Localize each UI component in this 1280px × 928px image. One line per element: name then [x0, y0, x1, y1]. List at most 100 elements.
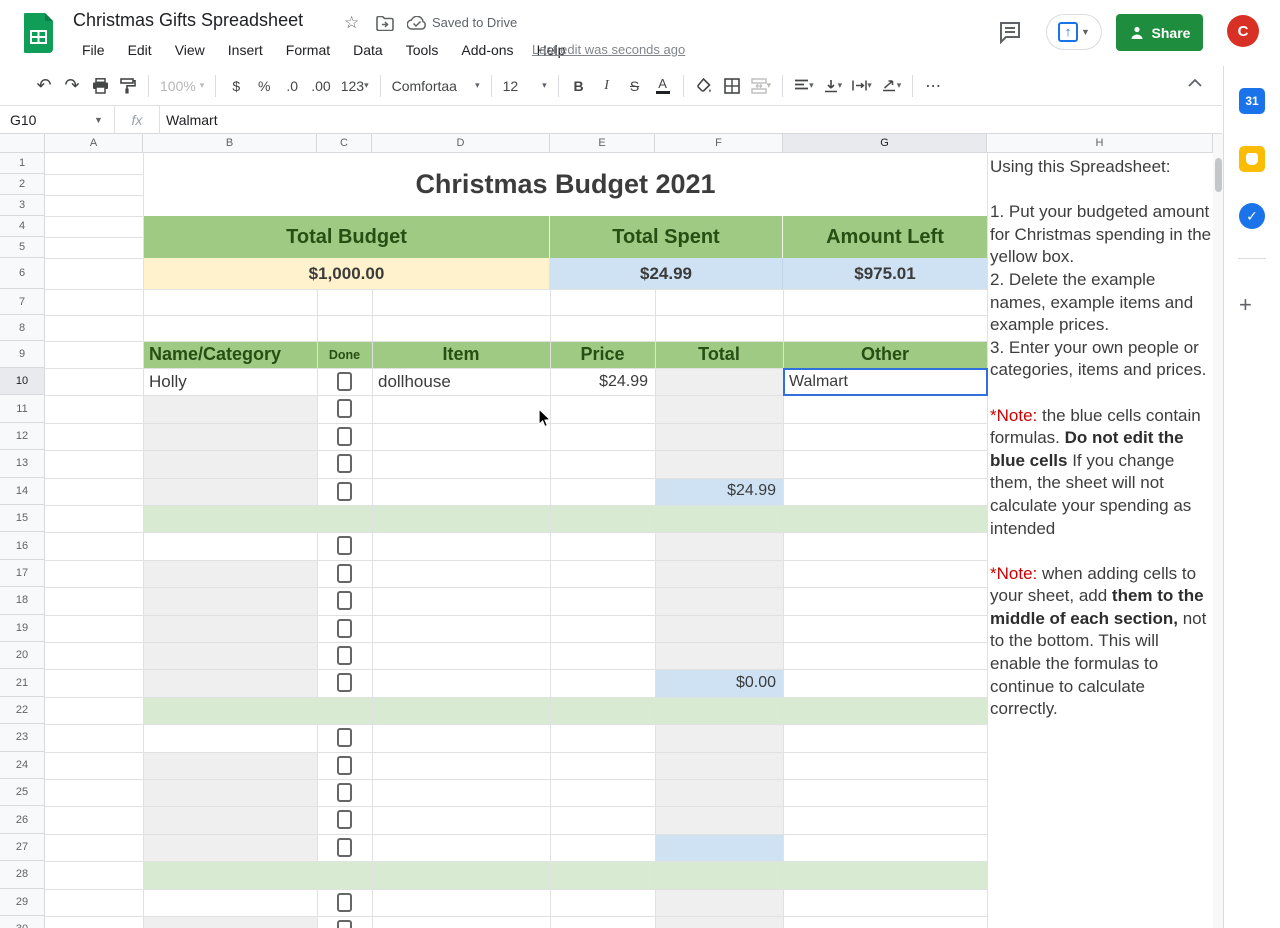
- cell-B24[interactable]: [143, 752, 317, 779]
- row-header-27[interactable]: 27: [0, 834, 45, 861]
- more-toolbar-button[interactable]: ⋯: [920, 72, 946, 100]
- cell-B11[interactable]: [143, 395, 317, 422]
- cell-F26[interactable]: [655, 806, 783, 833]
- formula-cell-F14[interactable]: $24.99: [655, 478, 776, 505]
- row-header-11[interactable]: 11: [0, 395, 45, 422]
- column-header-E[interactable]: E: [550, 134, 655, 153]
- section-divider-row-15[interactable]: [143, 505, 987, 532]
- calendar-icon[interactable]: 31: [1239, 88, 1265, 114]
- text-color-button[interactable]: A: [650, 72, 676, 100]
- cell-text-price[interactable]: $24.99: [550, 368, 648, 395]
- cell-text-name[interactable]: Holly: [149, 368, 317, 395]
- row-header-22[interactable]: 22: [0, 697, 45, 724]
- formula-cell-F21[interactable]: $0.00: [655, 669, 776, 696]
- cell-F17[interactable]: [655, 560, 783, 587]
- cell-B26[interactable]: [143, 806, 317, 833]
- row-header-19[interactable]: 19: [0, 615, 45, 642]
- cell-F25[interactable]: [655, 779, 783, 806]
- horizontal-align-button[interactable]: ▾: [790, 72, 818, 100]
- checkbox-row-27[interactable]: [337, 838, 352, 857]
- document-title[interactable]: Christmas Gifts Spreadsheet: [73, 10, 303, 31]
- row-header-17[interactable]: 17: [0, 560, 45, 587]
- row-header-14[interactable]: 14: [0, 478, 45, 505]
- cell-F24[interactable]: [655, 752, 783, 779]
- vertical-align-button[interactable]: ▾: [820, 72, 847, 100]
- chevron-down-icon[interactable]: ▼: [94, 115, 114, 125]
- cell-B27[interactable]: [143, 834, 317, 861]
- merge-cells-button[interactable]: ▾: [747, 72, 776, 100]
- menu-item-tools[interactable]: Tools: [397, 39, 448, 61]
- cell-text-item[interactable]: dollhouse: [378, 368, 550, 395]
- move-to-folder-icon[interactable]: [376, 16, 394, 31]
- menu-item-insert[interactable]: Insert: [219, 39, 272, 61]
- last-edit-link[interactable]: Last edit was seconds ago: [532, 42, 685, 57]
- cell-F23[interactable]: [655, 724, 783, 751]
- row-header-26[interactable]: 26: [0, 806, 45, 833]
- summary-header-total-budget[interactable]: Total Budget: [144, 216, 550, 258]
- cell-B17[interactable]: [143, 560, 317, 587]
- checkbox-row-14[interactable]: [337, 482, 352, 501]
- menu-item-format[interactable]: Format: [277, 39, 339, 61]
- menu-item-view[interactable]: View: [166, 39, 214, 61]
- row-header-18[interactable]: 18: [0, 587, 45, 614]
- row-header-16[interactable]: 16: [0, 532, 45, 559]
- borders-button[interactable]: [719, 72, 745, 100]
- menu-item-edit[interactable]: Edit: [119, 39, 161, 61]
- paint-format-button[interactable]: [115, 72, 141, 100]
- checkbox-row-10[interactable]: [337, 372, 352, 391]
- column-header-G[interactable]: G: [783, 134, 987, 153]
- cell-F10[interactable]: [655, 368, 783, 395]
- cell-B20[interactable]: [143, 642, 317, 669]
- zoom-select[interactable]: 100% ▾: [156, 72, 208, 100]
- checkbox-row-20[interactable]: [337, 646, 352, 665]
- column-header-F[interactable]: F: [655, 134, 783, 153]
- comments-icon[interactable]: [998, 20, 1022, 44]
- column-header-B[interactable]: B: [143, 134, 317, 153]
- row-header-9[interactable]: 9: [0, 341, 45, 368]
- row-header-28[interactable]: 28: [0, 861, 45, 888]
- summary-value-total-budget[interactable]: $1,000.00: [144, 258, 550, 289]
- checkbox-row-13[interactable]: [337, 454, 352, 473]
- cell-B25[interactable]: [143, 779, 317, 806]
- bold-button[interactable]: B: [566, 72, 592, 100]
- format-percent-button[interactable]: %: [251, 72, 277, 100]
- checkbox-row-12[interactable]: [337, 427, 352, 446]
- cell-B18[interactable]: [143, 587, 317, 614]
- row-header-30[interactable]: 30: [0, 916, 45, 928]
- checkbox-row-25[interactable]: [337, 783, 352, 802]
- row-header-12[interactable]: 12: [0, 423, 45, 450]
- checkbox-row-23[interactable]: [337, 728, 352, 747]
- text-wrap-button[interactable]: ▾: [848, 72, 876, 100]
- star-icon[interactable]: ☆: [344, 13, 359, 33]
- print-button[interactable]: [87, 72, 113, 100]
- section-divider-row-22[interactable]: [143, 697, 987, 724]
- name-box[interactable]: G10: [0, 112, 94, 128]
- row-header-7[interactable]: 7: [0, 289, 45, 315]
- column-header-H[interactable]: H: [987, 134, 1213, 153]
- number-format-button[interactable]: 123▾: [337, 72, 373, 100]
- checkbox-row-16[interactable]: [337, 536, 352, 555]
- tasks-icon[interactable]: ✓: [1239, 203, 1265, 229]
- cell-F12[interactable]: [655, 423, 783, 450]
- summary-header-total-spent[interactable]: Total Spent: [550, 216, 783, 258]
- undo-button[interactable]: ↶: [31, 72, 57, 100]
- format-currency-button[interactable]: $: [223, 72, 249, 100]
- text-rotation-button[interactable]: ▾: [878, 72, 906, 100]
- cell-F30[interactable]: [655, 916, 783, 928]
- cell-B12[interactable]: [143, 423, 317, 450]
- checkbox-row-11[interactable]: [337, 399, 352, 418]
- row-header-2[interactable]: 2: [0, 174, 45, 195]
- fill-color-button[interactable]: [691, 72, 717, 100]
- row-header-1[interactable]: 1: [0, 153, 45, 174]
- cell-F27[interactable]: [655, 834, 783, 861]
- column-header-D[interactable]: D: [372, 134, 550, 153]
- font-size-select[interactable]: 12▾: [499, 72, 551, 100]
- row-header-10[interactable]: 10: [0, 368, 45, 395]
- cell-B30[interactable]: [143, 916, 317, 928]
- account-avatar[interactable]: C: [1227, 15, 1259, 47]
- row-header-29[interactable]: 29: [0, 889, 45, 916]
- increase-decimal-button[interactable]: .00: [307, 72, 334, 100]
- row-header-13[interactable]: 13: [0, 450, 45, 477]
- row-header-4[interactable]: 4: [0, 216, 45, 237]
- formula-input[interactable]: Walmart: [160, 112, 218, 128]
